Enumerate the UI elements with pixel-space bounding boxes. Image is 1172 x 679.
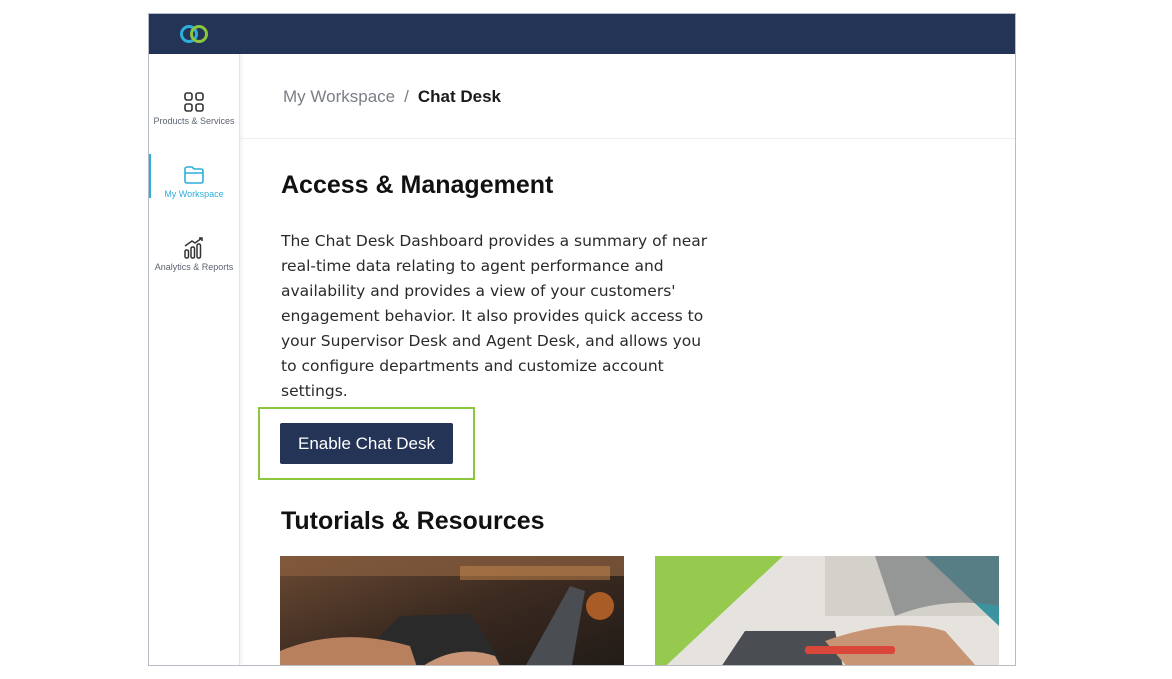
brand-logo-icon[interactable] xyxy=(177,22,213,46)
tutorial-card-image[interactable] xyxy=(280,556,624,665)
main-content: My Workspace / Chat Desk Access & Manageme… xyxy=(240,54,1015,665)
sidebar-item-analytics-reports[interactable]: Analytics & Reports xyxy=(149,236,239,272)
desk-photo-image xyxy=(655,556,999,665)
sidebar-item-my-workspace[interactable]: My Workspace xyxy=(149,154,239,199)
grid-icon xyxy=(184,92,204,112)
sidebar-item-products-services[interactable]: Products & Services xyxy=(149,90,239,126)
enable-chat-desk-button[interactable]: Enable Chat Desk xyxy=(280,423,453,464)
tutorial-card-image[interactable] xyxy=(655,556,999,665)
breadcrumb: My Workspace / Chat Desk xyxy=(283,87,501,107)
sidebar: Products & Services My Workspace Analyti… xyxy=(149,54,240,665)
sidebar-item-label: Products & Services xyxy=(153,116,235,126)
breadcrumb-current: Chat Desk xyxy=(417,87,501,106)
sidebar-item-label: My Workspace xyxy=(164,189,224,199)
breadcrumb-separator: / xyxy=(404,87,409,106)
sidebar-item-label: Analytics & Reports xyxy=(154,262,234,272)
breadcrumb-parent-link[interactable]: My Workspace xyxy=(283,87,395,106)
app-window: Products & Services My Workspace Analyti… xyxy=(148,13,1016,666)
tutorials-resources-title: Tutorials & Resources xyxy=(281,507,545,535)
folder-icon xyxy=(184,166,204,184)
breadcrumb-bar: My Workspace / Chat Desk xyxy=(240,54,1015,139)
top-header xyxy=(149,14,1015,54)
bar-chart-icon xyxy=(184,237,203,259)
access-description: The Chat Desk Dashboard provides a summa… xyxy=(281,232,708,400)
laptop-photo-image xyxy=(280,556,624,665)
access-management-title: Access & Management xyxy=(281,171,554,199)
